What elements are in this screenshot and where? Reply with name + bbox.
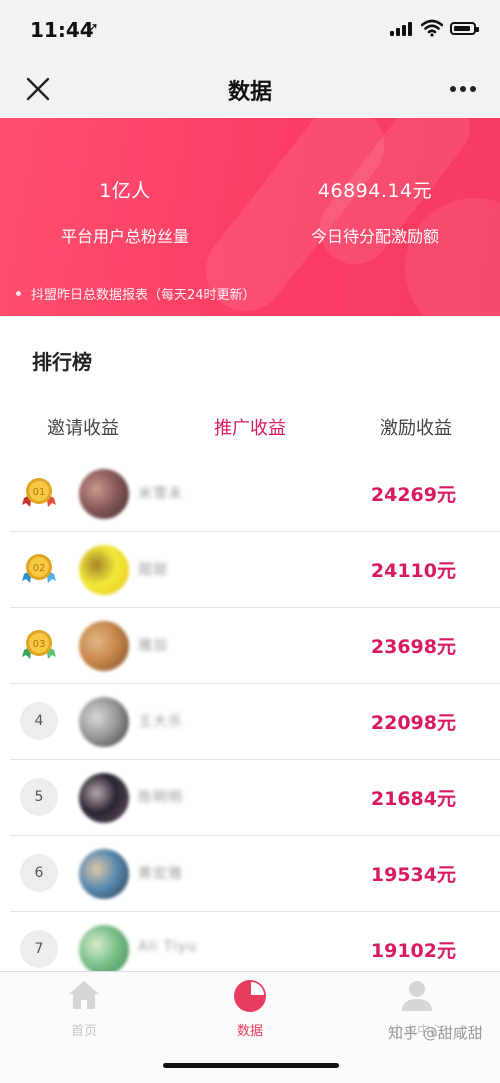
- rank-badge: 7: [20, 930, 58, 968]
- battery-icon: [450, 22, 479, 35]
- user-name: Ali Tiyu: [138, 939, 197, 955]
- leaderboard-list: 01 米雪未 24269元 02 甜甜 24110元 03 雅加 23698元 4…: [0, 456, 500, 988]
- rank-badge: 5: [20, 778, 58, 816]
- leaderboard-row[interactable]: 4 王大乐 22098元: [0, 684, 500, 760]
- report-note-text: 抖盟昨日总数据报表（每天24时更新）: [31, 288, 256, 303]
- cellular-signal-icon: [390, 22, 412, 36]
- income-amount: 19102元: [370, 940, 456, 962]
- leaderboard-row[interactable]: 02 甜甜 24110元: [0, 532, 500, 608]
- avatar: [79, 621, 129, 671]
- medal-icon: 03: [22, 630, 56, 659]
- status-bar: 11:44 ➚: [0, 0, 500, 60]
- tab-incentive-income[interactable]: 激励收益: [336, 414, 496, 440]
- leaderboard-tabs: 邀请收益 推广收益 激励收益: [0, 414, 500, 440]
- medal-icon: 02: [22, 554, 56, 583]
- wifi-icon: [421, 19, 443, 37]
- user-name: 米雪未: [138, 486, 183, 502]
- income-amount: 22098元: [370, 712, 456, 734]
- avatar: [79, 697, 129, 747]
- tab-promotion-income[interactable]: 推广收益: [170, 414, 330, 440]
- avatar: [79, 925, 129, 975]
- user-name: 陈明明: [138, 790, 183, 806]
- income-amount: 24110元: [370, 560, 456, 582]
- stat-value: 46894.14元: [317, 180, 433, 202]
- income-amount: 21684元: [370, 788, 456, 810]
- user-name: 黄宏雅: [138, 866, 183, 882]
- income-amount: 19534元: [370, 864, 456, 886]
- avatar: [79, 773, 129, 823]
- leaderboard-row[interactable]: 03 雅加 23698元: [0, 608, 500, 684]
- bullet-dot-icon: [16, 291, 21, 296]
- zhihu-watermark: 知乎 @甜咸甜: [388, 1024, 483, 1042]
- rank-number: 01: [33, 487, 46, 498]
- more-options-icon[interactable]: [450, 86, 478, 94]
- medal-icon: 01: [22, 478, 56, 507]
- user-name: 雅加: [138, 638, 168, 654]
- rank-number: 02: [33, 563, 46, 574]
- leaderboard-row[interactable]: 6 黄宏雅 19534元: [0, 836, 500, 912]
- avatar: [79, 545, 129, 595]
- income-amount: 24269元: [370, 484, 456, 506]
- stat-value: 1亿人: [99, 180, 151, 202]
- page-title: 数据: [227, 80, 272, 105]
- user-name: 王大乐: [138, 714, 183, 730]
- income-amount: 23698元: [370, 636, 456, 658]
- avatar: [79, 849, 129, 899]
- pie-chart-icon: [234, 980, 266, 1012]
- bottom-tab-bar: 首页 数据 个人中心 知乎 @甜咸甜: [0, 971, 500, 1083]
- location-arrow-icon: ➚: [87, 20, 99, 36]
- home-indicator[interactable]: [163, 1063, 339, 1068]
- nav-bar: 数据: [0, 60, 500, 118]
- tabbar-item-profile[interactable]: 个人中心: [357, 978, 477, 1039]
- avatar: [79, 469, 129, 519]
- tabbar-item-home[interactable]: 首页: [24, 978, 144, 1039]
- user-name: 甜甜: [138, 562, 168, 578]
- rank-badge: 6: [20, 854, 58, 892]
- rank-number: 03: [33, 639, 46, 650]
- daily-incentive-stat: 46894.14元 今日待分配激励额: [250, 176, 500, 247]
- leaderboard-title: 排行榜: [32, 350, 92, 374]
- status-time: 11:44: [30, 18, 94, 42]
- total-fans-stat: 1亿人 平台用户总粉丝量: [0, 176, 250, 247]
- leaderboard-card: 排行榜 邀请收益 推广收益 激励收益 01 米雪未 24269元 02 甜甜 2…: [0, 316, 500, 988]
- leaderboard-row[interactable]: 5 陈明明 21684元: [0, 760, 500, 836]
- stat-label: 平台用户总粉丝量: [60, 227, 189, 246]
- report-note: 抖盟昨日总数据报表（每天24时更新）: [16, 284, 256, 303]
- tabbar-label: 首页: [70, 1024, 97, 1039]
- rank-badge: 4: [20, 702, 58, 740]
- home-icon: [69, 981, 99, 1009]
- tabbar-item-data[interactable]: 数据: [190, 978, 310, 1039]
- tabbar-label: 数据: [236, 1024, 263, 1039]
- stats-banner: 1亿人 平台用户总粉丝量 46894.14元 今日待分配激励额 抖盟昨日总数据报…: [0, 118, 500, 316]
- user-icon: [402, 981, 432, 1011]
- stat-label: 今日待分配激励额: [310, 227, 439, 246]
- tab-invite-income[interactable]: 邀请收益: [3, 414, 163, 440]
- leaderboard-row[interactable]: 01 米雪未 24269元: [0, 456, 500, 532]
